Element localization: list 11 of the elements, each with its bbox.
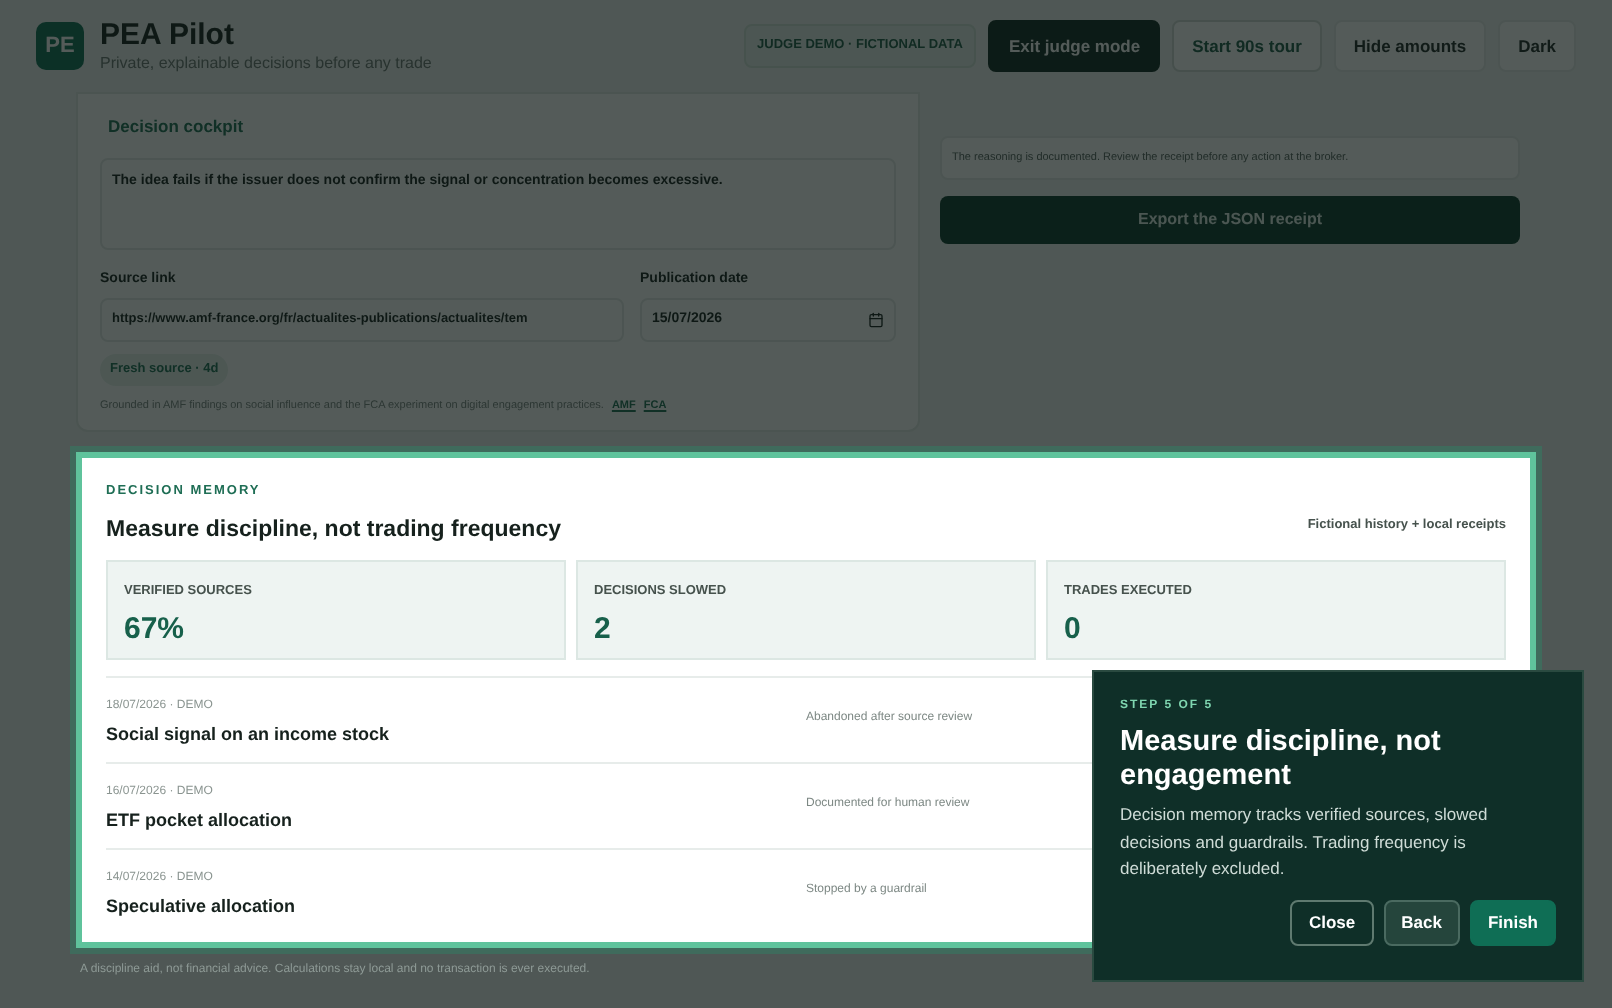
row-title: ETF pocket allocation	[106, 808, 295, 834]
section-title: Measure discipline, not trading frequency	[106, 515, 561, 546]
tour-button[interactable]: Back	[1383, 899, 1460, 945]
stat-value: 67%	[124, 609, 187, 650]
row-title: Speculative allocation	[106, 894, 298, 920]
app-title: PEA Pilot	[100, 17, 236, 55]
stat-value: 0	[1064, 609, 1083, 650]
stat-value: 2	[594, 609, 613, 650]
tour-button[interactable]: Finish	[1469, 899, 1556, 945]
tour-button[interactable]: Close	[1290, 899, 1374, 945]
row-title: Social signal on an income stock	[106, 722, 392, 748]
